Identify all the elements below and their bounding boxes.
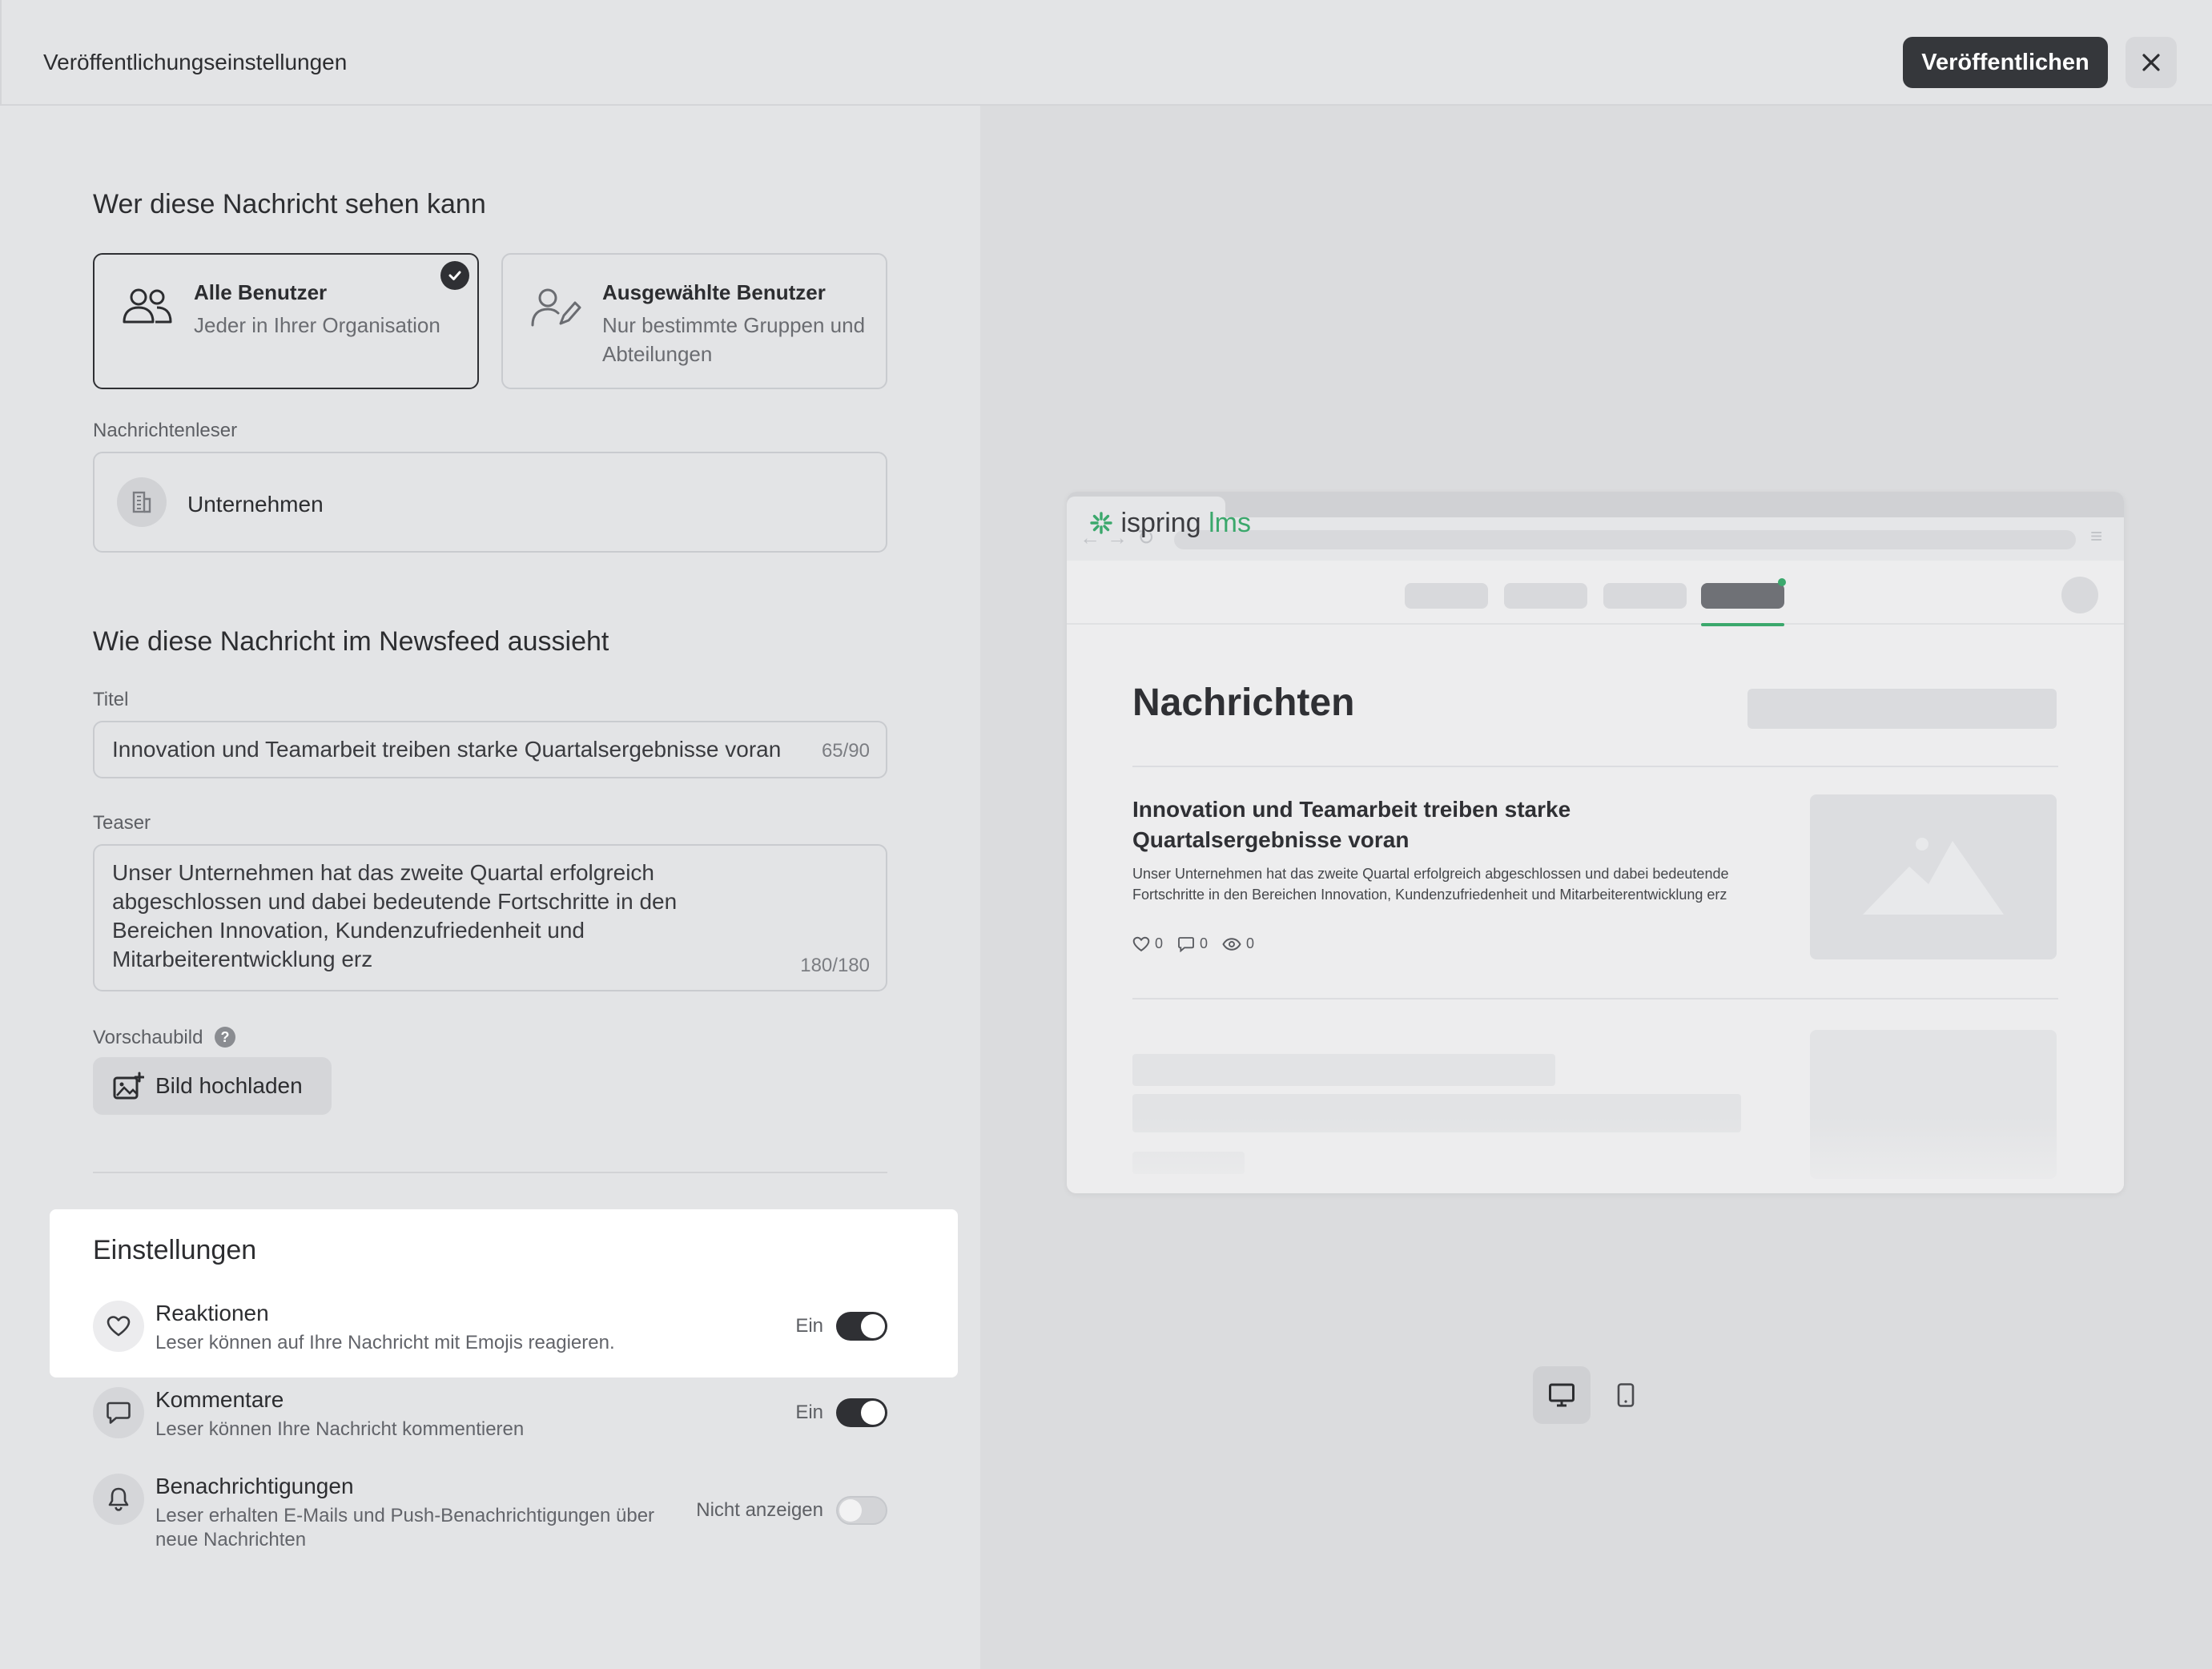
heart-icon: [93, 1301, 144, 1352]
menu-icon: ≡: [2090, 524, 2103, 548]
image-add-icon: [113, 1072, 144, 1100]
logo-mark-icon: [1090, 512, 1112, 534]
title-input-value: Innovation und Teamarbeit treiben starke…: [112, 737, 782, 762]
dialog-header: Veröffentlichungseinstellungen Veröffent…: [0, 0, 2212, 106]
comments-toggle[interactable]: [836, 1398, 887, 1427]
notification-dot: [1778, 578, 1786, 586]
bell-icon: [93, 1474, 144, 1525]
title-label: Titel: [93, 689, 129, 710]
search-placeholder: [1747, 689, 2057, 729]
logo-brand: ispring: [1120, 508, 1201, 538]
preview-post-title: Innovation und Teamarbeit treiben starke…: [1132, 797, 1571, 852]
audience-option-all-users[interactable]: Alle Benutzer Jeder in Ihrer Organisatio…: [93, 253, 479, 389]
logo-product: lms: [1209, 508, 1251, 538]
users-icon: [123, 288, 172, 324]
setting-reactions: Reaktionen Leser können auf Ihre Nachric…: [93, 1301, 887, 1381]
comment-icon: [1178, 936, 1194, 952]
building-icon: [117, 477, 167, 527]
audience-option-subtitle: Jeder in Ihrer Organisation: [194, 313, 440, 337]
ispring-logo: ispring lms: [1089, 508, 1251, 539]
setting-title: Kommentare: [155, 1387, 284, 1412]
teaser-counter: 180/180: [800, 955, 870, 976]
phone-icon: [1617, 1383, 1635, 1407]
readers-label: Nachrichtenleser: [93, 420, 238, 441]
nav-item: [1603, 583, 1687, 609]
settings-section-title: Einstellungen: [93, 1235, 257, 1265]
setting-title: Reaktionen: [155, 1301, 269, 1325]
reader-value: Unternehmen: [187, 492, 324, 517]
readers-field[interactable]: Unternehmen: [93, 452, 887, 553]
app-bar: [1067, 561, 2124, 625]
setting-description: Leser erhalten E-Mails und Push-Benachri…: [155, 1505, 655, 1550]
help-icon[interactable]: ?: [215, 1027, 235, 1048]
heart-icon: [1132, 936, 1150, 951]
setting-state: Ein: [795, 1402, 823, 1423]
audience-option-subtitle: Nur bestimmte Gruppen und Abteilungen: [602, 313, 866, 366]
upload-image-button[interactable]: Bild hochladen: [93, 1057, 332, 1115]
setting-state: Ein: [795, 1315, 823, 1337]
preview-image-placeholder: [1810, 794, 2057, 959]
audience-option-title: Alle Benutzer: [194, 280, 328, 304]
url-bar: [1174, 530, 2076, 549]
nav-item: [1504, 583, 1587, 609]
selected-check-icon: [440, 261, 469, 290]
dialog-title: Veröffentlichungseinstellungen: [43, 50, 348, 74]
setting-description: Leser können auf Ihre Nachricht mit Emoj…: [155, 1332, 615, 1353]
reactions-toggle[interactable]: [836, 1312, 887, 1341]
nav-item: [1405, 583, 1488, 609]
title-input[interactable]: Innovation und Teamarbeit treiben starke…: [93, 721, 887, 778]
nav-item-active: [1701, 583, 1784, 609]
audience-option-title: Ausgewählte Benutzer: [602, 280, 826, 304]
desktop-view-button[interactable]: [1533, 1366, 1591, 1424]
publish-button[interactable]: Veröffentlichen: [1903, 37, 2108, 88]
setting-comments: Kommentare Leser können Ihre Nachricht k…: [93, 1387, 887, 1467]
preview-heading: Nachrichten: [1132, 682, 1355, 724]
close-button[interactable]: [2126, 37, 2177, 88]
user-edit-icon: [531, 288, 581, 327]
monitor-icon: [1549, 1383, 1575, 1407]
eye-icon: [1222, 937, 1241, 951]
views-stat: 0: [1222, 935, 1254, 952]
upload-image-label: Bild hochladen: [155, 1073, 303, 1098]
teaser-textarea-value: Unser Unternehmen hat das zweite Quartal…: [112, 860, 678, 971]
comment-icon: [93, 1387, 144, 1438]
close-icon: [2142, 54, 2160, 71]
appearance-section-title: Wie diese Nachricht im Newsfeed aussieht: [93, 626, 609, 657]
skeleton-line: [1132, 1054, 1555, 1086]
teaser-label: Teaser: [93, 812, 151, 834]
browser-preview: ← → ↻ ≡ ispring lms Nachrichten Innovati…: [1067, 492, 2124, 1193]
setting-state: Nicht anzeigen: [696, 1499, 823, 1521]
avatar: [2061, 577, 2098, 613]
preview-post-stats: 0 0 0: [1132, 935, 1254, 952]
audience-section-title: Wer diese Nachricht sehen kann: [93, 189, 486, 219]
title-counter: 65/90: [821, 740, 870, 762]
nav-active-underline: [1701, 623, 1784, 626]
section-divider: [93, 1172, 887, 1173]
thumbnail-label: Vorschaubild: [93, 1027, 203, 1048]
teaser-textarea[interactable]: Unser Unternehmen hat das zweite Quartal…: [93, 844, 887, 991]
image-placeholder-icon: [1863, 838, 2004, 915]
setting-title: Benachrichtigungen: [155, 1474, 354, 1498]
setting-description: Leser können Ihre Nachricht kommentieren: [155, 1418, 525, 1440]
likes-stat: 0: [1132, 935, 1163, 952]
setting-notifications: Benachrichtigungen Leser erhalten E-Mail…: [93, 1474, 887, 1570]
notifications-toggle[interactable]: [836, 1496, 887, 1525]
mobile-view-button[interactable]: [1597, 1366, 1655, 1424]
comments-stat: 0: [1177, 935, 1208, 952]
audience-option-selected-users[interactable]: Ausgewählte Benutzer Nur bestimmte Grupp…: [501, 253, 887, 389]
preview-post-teaser: Unser Unternehmen hat das zweite Quartal…: [1132, 866, 1729, 903]
